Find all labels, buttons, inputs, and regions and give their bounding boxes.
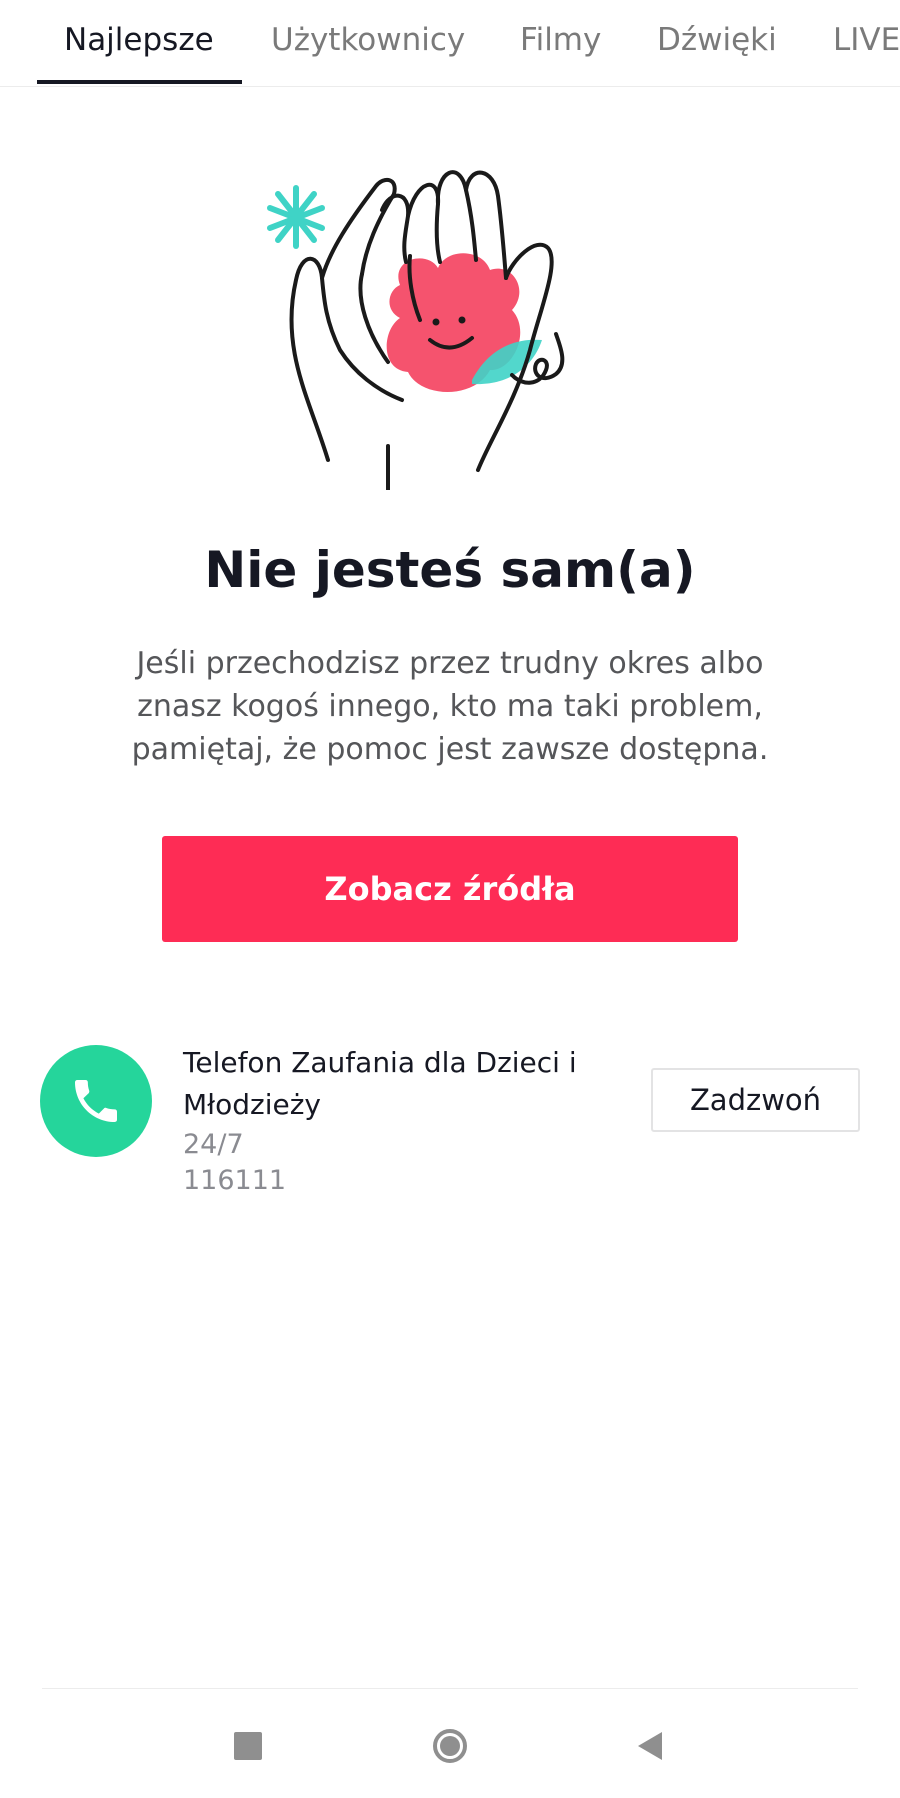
back-triangle-icon[interactable] (628, 1724, 672, 1768)
tab-uzytkownicy[interactable]: Użytkownicy (271, 20, 465, 60)
search-tabs: Najlepsze Użytkownicy Filmy Dźwięki LIVE (0, 0, 900, 87)
support-description: Jeśli przechodzisz przez trudny okres al… (131, 646, 769, 767)
tab-filmy[interactable]: Filmy (520, 20, 601, 60)
tab-najlepsze[interactable]: Najlepsze (64, 20, 214, 60)
recents-square-icon[interactable] (226, 1724, 270, 1768)
sparkle-icon (267, 185, 325, 249)
page-title: Nie jesteś sam(a) (204, 541, 696, 599)
helpline-hours: 24/7 (183, 1129, 244, 1160)
tab-live[interactable]: LIVE (833, 20, 900, 60)
screen: Najlepsze Użytkownicy Filmy Dźwięki LIVE (0, 0, 900, 1798)
active-tab-indicator (37, 80, 242, 84)
phone-icon (40, 1045, 152, 1157)
hands-holding-flower-illustration (267, 170, 565, 490)
tab-dzwieki[interactable]: Dźwięki (657, 20, 777, 60)
phone-glyph (75, 1080, 117, 1122)
helpline-number: 116111 (183, 1165, 287, 1196)
helpline-name: Telefon Zaufania dla Dzieci i Młodzieży (183, 1046, 577, 1121)
home-circle-icon[interactable] (428, 1724, 472, 1768)
view-resources-button[interactable]: Zobacz źródła (162, 836, 738, 942)
navbar-divider (42, 1688, 858, 1689)
call-button[interactable]: Zadzwoń (651, 1068, 860, 1132)
